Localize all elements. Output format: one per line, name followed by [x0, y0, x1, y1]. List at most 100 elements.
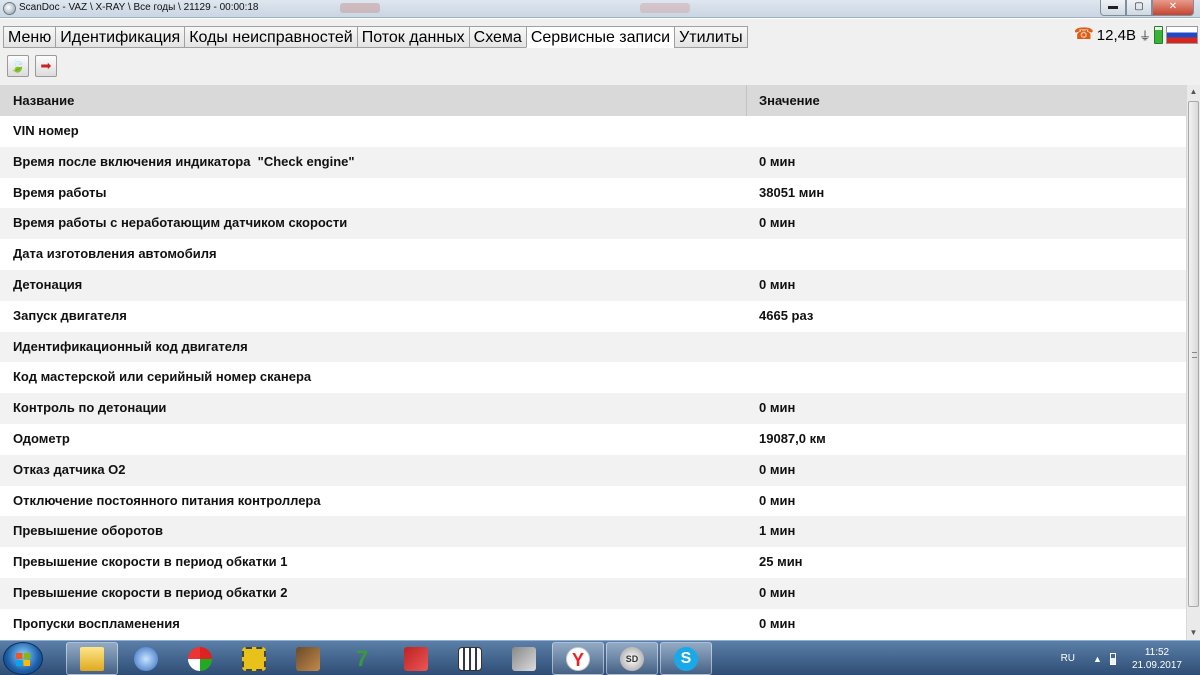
windows-logo-icon [16, 653, 30, 666]
row-name-cell: Превышение оборотов [13, 523, 163, 539]
table-row[interactable]: Отказ датчика O2 0 мин [0, 454, 1186, 486]
taskbar-app-scandoc-app[interactable] [120, 642, 172, 675]
table-row[interactable]: Детонация 0 мин [0, 269, 1186, 301]
row-name-cell: Код мастерской или серийный номер сканер… [13, 369, 312, 385]
tab-bar: Меню Идентификация Коды неисправностей Пото… [0, 19, 1200, 49]
table-row[interactable]: Отключение постоянного питания контролле… [0, 485, 1186, 517]
vertical-scrollbar[interactable]: ▲ ▼ [1186, 85, 1200, 640]
taskbar-app-chip[interactable] [228, 642, 280, 675]
row-name-cell: Запуск двигателя [13, 307, 127, 323]
taskbar-app-7zip[interactable]: 7 [336, 642, 388, 675]
battery-voltage: 12,4В [1096, 26, 1136, 44]
tab-3[interactable]: Поток данных [356, 26, 469, 48]
tab-6[interactable]: Утилиты [674, 26, 748, 48]
yandex-browser-icon: Y [566, 646, 590, 671]
row-value-cell: 0 мин [759, 492, 796, 508]
battery-icon [1154, 26, 1163, 44]
row-name-cell: Превышение скорости в период обкатки 1 [13, 554, 288, 570]
row-value-cell: 0 мин [759, 153, 796, 169]
row-value-cell: 0 мин [759, 615, 796, 631]
tab-4[interactable]: Схема [468, 26, 526, 48]
scroll-thumb[interactable] [1188, 101, 1199, 607]
ecu-flasher-icon [512, 646, 536, 671]
column-header-value[interactable]: Значение [747, 85, 820, 116]
table-row[interactable]: Превышение скорости в период обкатки 2 0 … [0, 577, 1186, 609]
ecu-chip-icon [296, 646, 320, 671]
tab-0[interactable]: Меню [3, 26, 56, 48]
taskbar-app-skype[interactable]: S [660, 642, 712, 675]
service-records-table: Название Значение VIN номер Время после в… [0, 85, 1186, 640]
table-row[interactable]: Время после включения индикатора "Check … [0, 146, 1186, 178]
table-row[interactable]: Превышение оборотов 1 мин [0, 516, 1186, 548]
row-value-cell [747, 362, 759, 393]
row-value-cell: 25 мин [759, 554, 803, 570]
table-row[interactable]: Время работы 38051 мин [0, 177, 1186, 209]
window-titlebar[interactable]: ScanDoc - VAZ \ X-RAY \ Все годы \ 21129… [0, 0, 1200, 18]
row-name-cell: Отключение постоянного питания контролле… [13, 492, 321, 508]
scandoc-sd-icon: SD [620, 646, 644, 671]
close-button[interactable]: ✕ [1152, 0, 1194, 16]
row-value-cell [747, 116, 759, 147]
table-header: Название Значение [0, 85, 1186, 116]
column-header-name[interactable]: Название [0, 85, 747, 116]
exit-arrow-icon: ➡ [40, 58, 52, 73]
power-icon[interactable] [1109, 652, 1116, 665]
row-name-cell: Время работы с неработающим датчиком ско… [13, 215, 348, 231]
table-row[interactable]: Дата изготовления автомобиля [0, 239, 1186, 270]
scroll-down-button[interactable]: ▼ [1187, 626, 1200, 640]
russia-flag-icon[interactable] [1166, 26, 1198, 44]
table-row[interactable]: Время работы с неработающим датчиком ско… [0, 208, 1186, 240]
row-value-cell: 19087,0 км [759, 430, 826, 446]
clock[interactable]: 11:52 21.09.2017 [1132, 646, 1182, 672]
row-value-cell: 0 мин [759, 400, 796, 416]
row-name-cell: Пропуски воспламенения [13, 615, 180, 631]
row-name-cell: Время после включения индикатора "Check … [13, 153, 355, 169]
window-controls: ▬ ▢ ✕ [1100, 0, 1194, 16]
row-name-cell: Контроль по детонации [13, 400, 167, 416]
taskbar-app-yandex-browser[interactable]: Y [552, 642, 604, 675]
scroll-up-button[interactable]: ▲ [1187, 85, 1200, 99]
taskbar-app-ecu-flasher[interactable] [498, 642, 550, 675]
row-name-cell: Идентификационный код двигателя [13, 338, 248, 354]
skype-icon: S [674, 646, 698, 671]
table-row[interactable]: Превышение скорости в период обкатки 1 25… [0, 547, 1186, 578]
minimize-button[interactable]: ▬ [1100, 0, 1126, 16]
scroll-grip-icon [1192, 352, 1197, 358]
table-row[interactable]: Код мастерской или серийный номер сканер… [0, 362, 1186, 394]
tab-2[interactable]: Коды неисправностей [184, 26, 357, 48]
taskbar-app-car-diagnostic[interactable] [390, 642, 442, 675]
table-row[interactable]: Запуск двигателя 4665 раз [0, 300, 1186, 332]
row-value-cell: 1 мин [759, 523, 796, 539]
refresh-button[interactable]: 🍃 [7, 55, 29, 77]
phone-icon: ☎ [1073, 26, 1094, 43]
row-value-cell: 4665 раз [759, 307, 814, 323]
row-name-cell: Одометр [13, 430, 70, 446]
table-row[interactable]: Контроль по детонации 0 мин [0, 393, 1186, 424]
taskbar-app-file-explorer[interactable] [66, 642, 118, 675]
tab-5[interactable]: Сервисные записи [525, 26, 675, 48]
start-button[interactable] [3, 642, 43, 675]
row-name-cell: VIN номер [13, 123, 79, 138]
row-value-cell: 0 мин [759, 584, 796, 600]
maximize-button[interactable]: ▢ [1126, 0, 1152, 16]
tab-1[interactable]: Идентификация [55, 26, 185, 48]
taskbar-app-ecu-chip[interactable] [282, 642, 334, 675]
titlebar-background-blur [340, 3, 380, 13]
car-diagnostic-icon [404, 646, 428, 671]
taskbar-app-diagnostic-app[interactable] [174, 642, 226, 675]
chip-icon [242, 646, 266, 671]
show-hidden-icons-button[interactable]: ▲ [1093, 654, 1102, 664]
7zip-icon: 7 [355, 645, 369, 671]
clock-date: 21.09.2017 [1131, 659, 1182, 671]
table-row[interactable]: VIN номер [0, 116, 1186, 147]
exit-button[interactable]: ➡ [35, 55, 57, 77]
toolbar: 🍃 ➡ [0, 49, 1200, 85]
leaf-icon: 🍃 [9, 58, 27, 73]
table-row[interactable]: Пропуски воспламенения 0 мин [0, 608, 1186, 640]
table-row[interactable]: Идентификационный код двигателя [0, 331, 1186, 363]
language-indicator[interactable]: RU [1061, 653, 1075, 664]
titlebar-background-blur [640, 3, 690, 13]
taskbar-app-scandoc-sd[interactable]: SD [606, 642, 658, 675]
taskbar-app-terminal[interactable] [444, 642, 496, 675]
table-row[interactable]: Одометр 19087,0 км [0, 423, 1186, 455]
